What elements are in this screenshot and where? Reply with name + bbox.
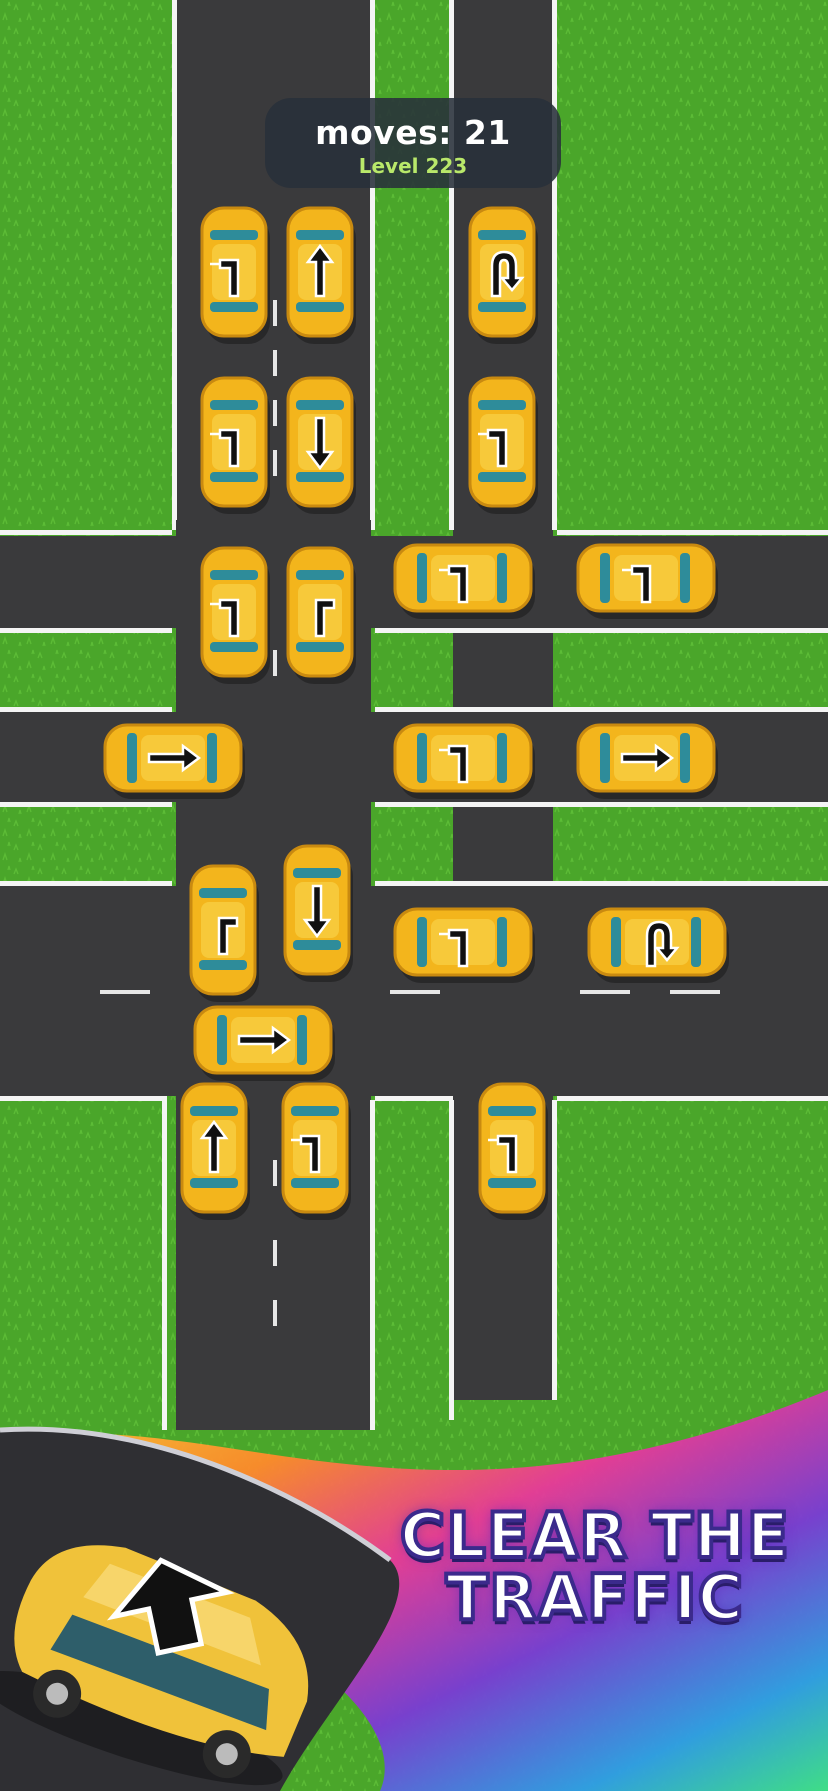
car-6[interactable] xyxy=(468,376,538,514)
car-7[interactable] xyxy=(200,546,270,684)
car-11[interactable] xyxy=(103,723,245,799)
car-16[interactable] xyxy=(393,907,535,983)
promo-line-1: CLEAR THE xyxy=(398,1499,791,1572)
car-21[interactable] xyxy=(478,1082,548,1220)
car-9[interactable] xyxy=(393,543,535,619)
moves-counter-panel: moves21 Level 223 xyxy=(265,98,561,188)
car-13[interactable] xyxy=(576,723,718,799)
car-19[interactable] xyxy=(180,1082,250,1220)
car-14[interactable] xyxy=(189,864,259,1002)
car-15[interactable] xyxy=(283,844,353,982)
promo-line-2: TRAFFIC xyxy=(444,1561,745,1634)
promo-title: CLEAR THE TRAFFIC xyxy=(370,1499,820,1634)
moves-counter: moves21 xyxy=(265,113,561,152)
car-5[interactable] xyxy=(286,376,356,514)
car-8[interactable] xyxy=(286,546,356,684)
moves-value: 21 xyxy=(463,113,511,152)
car-18[interactable] xyxy=(193,1005,335,1081)
car-4[interactable] xyxy=(200,376,270,514)
car-3[interactable] xyxy=(468,206,538,344)
car-10[interactable] xyxy=(576,543,718,619)
car-17[interactable] xyxy=(587,907,729,983)
moves-label: moves xyxy=(315,113,464,152)
car-2[interactable] xyxy=(286,206,356,344)
car-1[interactable] xyxy=(200,206,270,344)
level-indicator: Level 223 xyxy=(358,154,468,178)
car-20[interactable] xyxy=(281,1082,351,1220)
car-12[interactable] xyxy=(393,723,535,799)
